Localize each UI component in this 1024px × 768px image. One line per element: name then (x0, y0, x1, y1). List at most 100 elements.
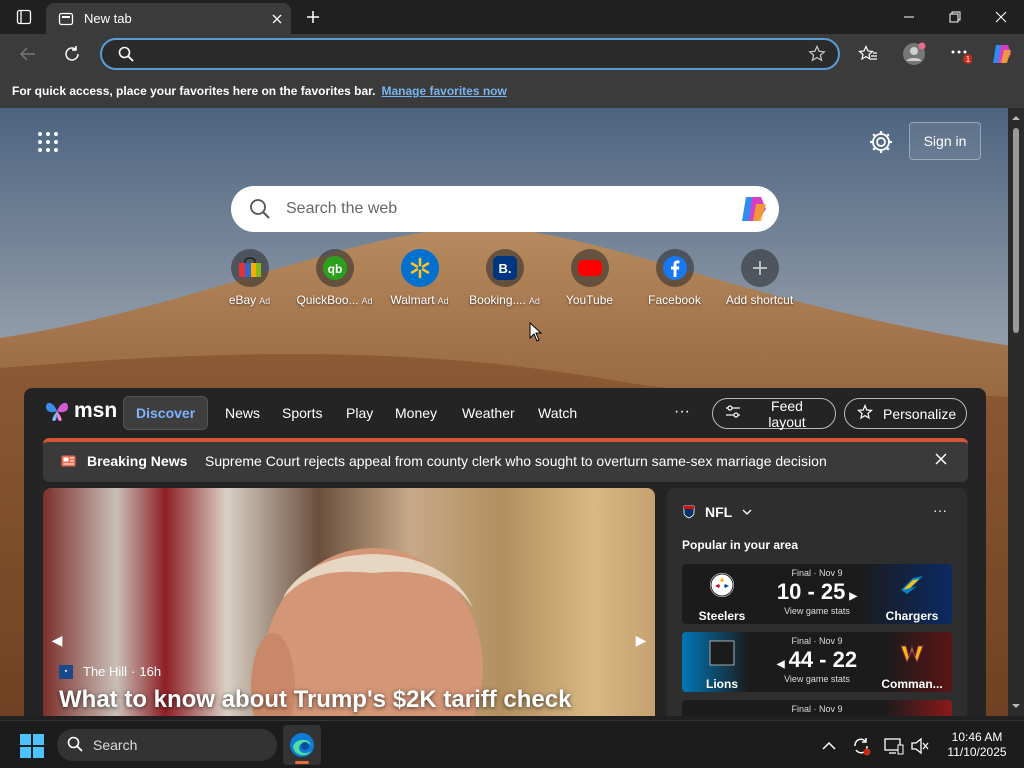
browser-toolbar: 1 (0, 34, 1024, 74)
commanders-logo-icon (900, 644, 924, 664)
system-clock[interactable]: 10:46 AM 11/10/2025 (937, 730, 1017, 760)
settings-gear-icon[interactable] (868, 129, 894, 155)
tab-sports[interactable]: Sports (270, 396, 334, 430)
web-search-input[interactable] (286, 199, 716, 219)
shortcut-label: Walmart (390, 293, 435, 307)
profile-avatar-icon[interactable] (898, 38, 930, 70)
close-window-icon[interactable] (978, 0, 1024, 34)
game-score: Final · Nov 9 (762, 700, 872, 716)
nfl-subtitle: Popular in your area (682, 538, 799, 552)
mouse-cursor-icon (529, 322, 543, 342)
news-icon (61, 454, 76, 467)
more-tabs-button[interactable]: ··· (670, 400, 694, 424)
new-tab-page-icon (58, 11, 74, 27)
tab-watch[interactable]: Watch (526, 396, 589, 430)
page-scrollbar[interactable] (1008, 108, 1024, 716)
breaking-news-headline[interactable]: Supreme Court rejects appeal from county… (205, 453, 827, 469)
windows-taskbar: Search 10:46 AM 11/10/2025 (0, 720, 1024, 768)
chevron-down-icon (742, 509, 752, 515)
game-row[interactable]: Final · Nov 9 (682, 700, 952, 716)
feed-layout-label: Feed layout (768, 397, 806, 430)
nfl-header[interactable]: NFL (683, 504, 752, 520)
shortcut-youtube[interactable]: YouTube (547, 249, 632, 307)
clock-time: 10:46 AM (951, 730, 1003, 744)
nfl-shield-icon (683, 505, 695, 519)
scroll-down-icon[interactable] (1012, 702, 1020, 710)
msn-butterfly-icon (46, 402, 68, 421)
search-icon (249, 198, 271, 225)
minimize-icon[interactable] (886, 0, 932, 34)
tab-play[interactable]: Play (334, 396, 385, 430)
score-value: 44 - 22 (788, 647, 858, 672)
shortcut-walmart[interactable]: Walmart Ad (377, 249, 462, 307)
scrollbar-thumb[interactable] (1013, 128, 1019, 333)
apps-grid-icon[interactable] (36, 130, 60, 154)
manage-favorites-link[interactable]: Manage favorites now (381, 84, 506, 98)
tab-discover[interactable]: Discover (123, 396, 209, 430)
shortcut-label: Facebook (648, 293, 701, 307)
view-stats-link[interactable]: View game stats (762, 606, 872, 616)
address-input[interactable] (146, 45, 786, 63)
tab-new-tab[interactable]: New tab (46, 3, 291, 34)
favorites-bar: For quick access, place your favorites h… (0, 74, 1024, 108)
tab-actions-icon[interactable] (8, 5, 40, 29)
shortcut-ebay[interactable]: eBay Ad (207, 249, 292, 307)
tab-weather[interactable]: Weather (450, 396, 527, 430)
shortcut-label: QuickBoo... (296, 293, 359, 307)
game-row[interactable]: Lions Final · Nov 9 ◀ 44 - 22 View game s… (682, 632, 952, 692)
sign-in-button[interactable]: Sign in (909, 122, 981, 160)
address-bar[interactable] (100, 38, 840, 70)
shortcut-tiles: eBay Ad qb QuickBoo... Ad Walmart Ad B. Boo… (207, 249, 807, 311)
sync-icon[interactable] (850, 735, 872, 757)
feed-layout-button[interactable]: Feed layout (712, 397, 836, 430)
web-search-box[interactable] (231, 186, 779, 232)
add-shortcut-button[interactable]: Add shortcut (717, 249, 802, 307)
clock-date: 11/10/2025 (947, 745, 1007, 759)
copilot-icon[interactable] (986, 38, 1018, 70)
msn-logo[interactable]: msn (44, 398, 117, 424)
nfl-more-icon[interactable]: ··· (933, 502, 947, 518)
close-icon[interactable] (934, 452, 950, 468)
shortcut-booking[interactable]: B. Booking.... Ad (462, 249, 547, 307)
taskbar-search[interactable]: Search (57, 729, 277, 761)
hero-headline[interactable]: What to know about Trump's $2K tariff ch… (59, 686, 571, 714)
team-name: Steelers (698, 609, 746, 623)
edge-taskbar-button[interactable] (283, 725, 321, 765)
away-team: Comman... (872, 632, 952, 692)
team-name: Comman... (881, 677, 943, 691)
carousel-prev-icon[interactable]: ◀ (47, 628, 67, 652)
separator: · (131, 664, 136, 679)
new-tab-button[interactable] (300, 5, 326, 29)
tab-money[interactable]: Money (383, 396, 449, 430)
more-menu-icon[interactable]: 1 (944, 38, 976, 70)
nfl-title: NFL (705, 504, 733, 520)
game-status: Final · Nov 9 (791, 636, 843, 646)
new-tab-page: Sign in eBayAd qb QuickBoo...Ad Walmart (0, 108, 1024, 716)
breaking-news-banner[interactable]: Breaking News Supreme Court rejects appe… (43, 438, 968, 482)
refresh-icon[interactable] (56, 38, 88, 70)
carousel-next-icon[interactable]: ▶ (631, 628, 651, 652)
edge-icon (290, 733, 314, 757)
personalize-button[interactable]: Personalize (844, 398, 967, 429)
game-score: Final · Nov 9 ◀ 44 - 22 View game stats (762, 632, 872, 692)
scroll-up-icon[interactable] (1012, 114, 1020, 122)
favorite-star-icon[interactable] (808, 45, 826, 68)
hero-story-card[interactable]: ◀ ▶ ▪ The Hill · 16h What to know about … (43, 488, 655, 716)
tab-close-icon[interactable] (263, 5, 291, 33)
favorites-icon[interactable] (852, 38, 884, 70)
back-arrow-icon[interactable] (12, 38, 44, 70)
view-stats-link[interactable]: View game stats (762, 674, 872, 684)
game-row[interactable]: Steelers Final · Nov 9 10 - 25 ▶ View gam… (682, 564, 952, 624)
restore-icon[interactable] (932, 0, 978, 34)
display-icon[interactable] (883, 735, 905, 757)
tab-news[interactable]: News (213, 396, 272, 430)
volume-muted-icon[interactable] (909, 735, 931, 757)
windows-start-icon[interactable] (20, 734, 44, 758)
source-name: The Hill (83, 664, 128, 679)
shortcut-quickbooks[interactable]: qb QuickBoo... Ad (292, 249, 377, 307)
shortcut-facebook[interactable]: Facebook (632, 249, 717, 307)
ad-badge: Ad (259, 296, 271, 306)
show-hidden-icons-chevron-up-icon[interactable] (818, 735, 840, 757)
steelers-logo-icon (710, 573, 734, 597)
copilot-icon[interactable] (739, 195, 769, 223)
